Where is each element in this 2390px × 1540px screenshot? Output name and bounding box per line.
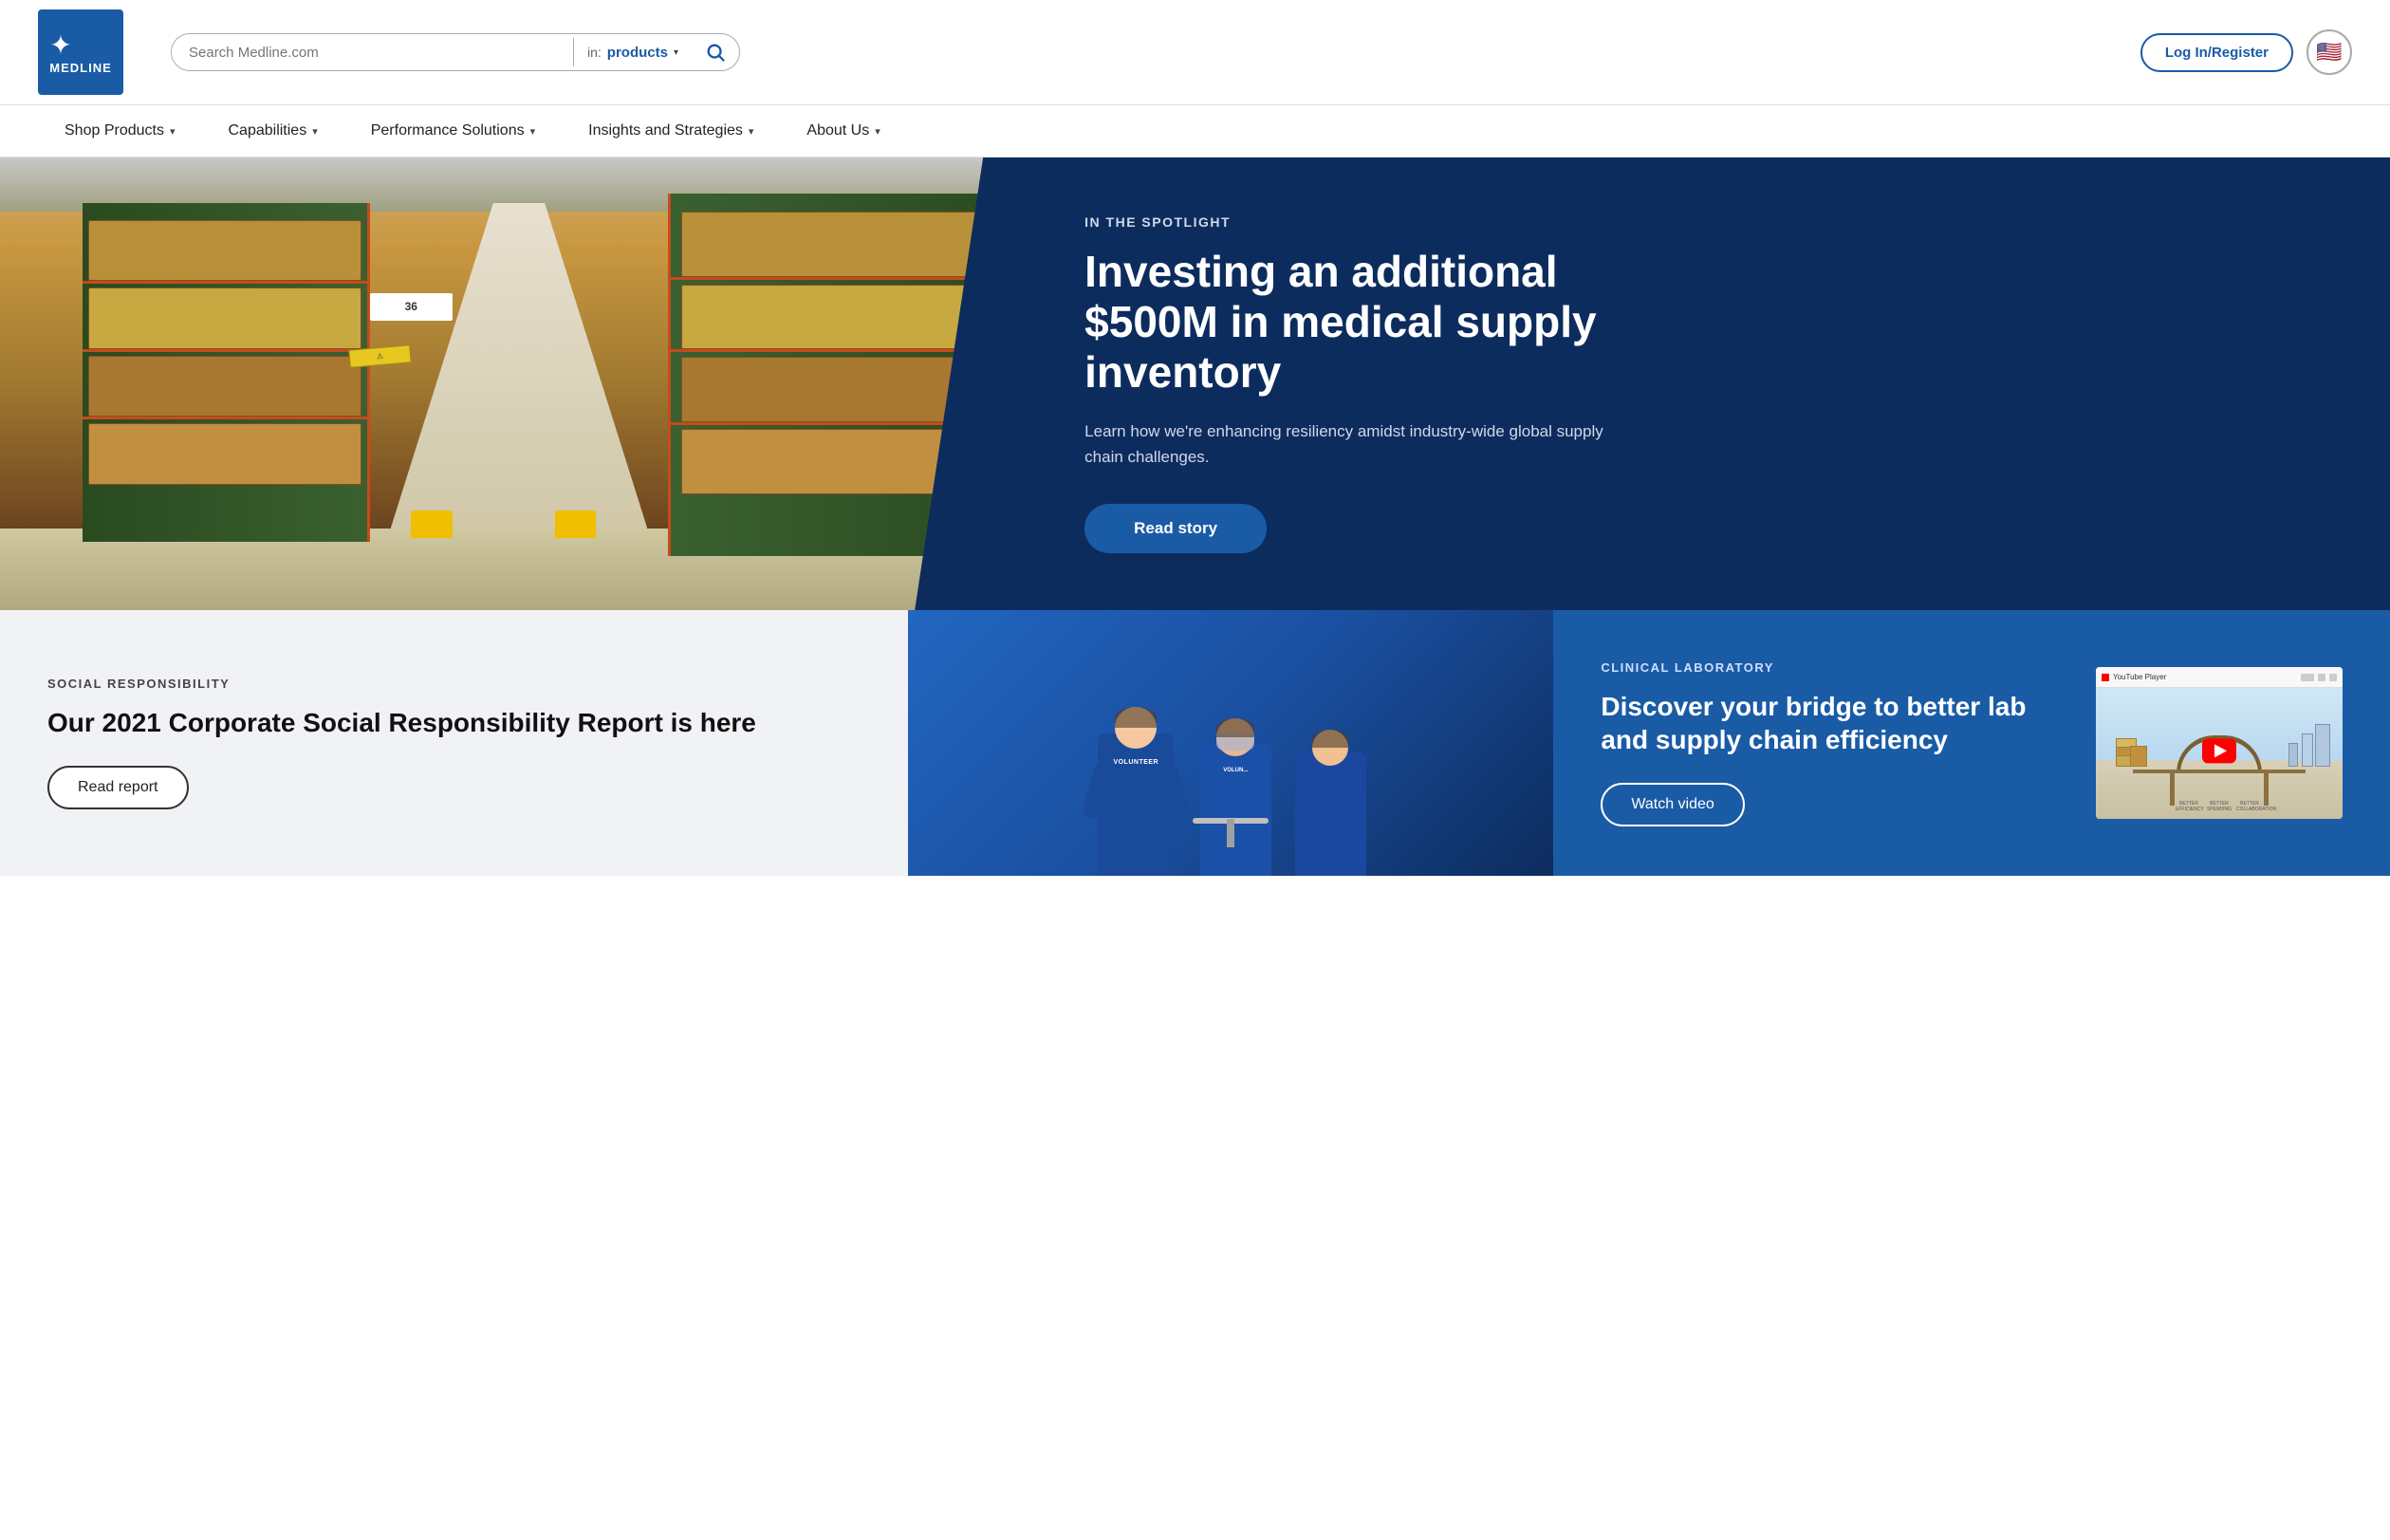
read-report-button[interactable]: Read report — [47, 766, 189, 809]
search-icon — [705, 42, 726, 63]
nav-label-performance-solutions: Performance Solutions — [371, 122, 525, 139]
nav-chevron-icon-2: ▾ — [530, 125, 536, 138]
play-button-icon — [2202, 738, 2236, 763]
youtube-player-label: YouTube Player — [2113, 673, 2166, 681]
logo[interactable]: ✦ MEDLINE — [38, 9, 123, 95]
in-label: in: — [587, 45, 602, 60]
logo-star-icon: ✦ — [49, 29, 112, 61]
chevron-down-icon: ▾ — [674, 47, 678, 58]
nav-chevron-icon-0: ▾ — [170, 125, 176, 138]
clinical-laboratory-card: CLINICAL LABORATORY Discover your bridge… — [1553, 610, 2390, 876]
nav-chevron-icon-1: ▾ — [312, 125, 318, 138]
search-input[interactable] — [172, 35, 573, 70]
video-thumbnail[interactable]: YouTube Player — [2096, 667, 2343, 819]
site-header: ✦ MEDLINE in: products ▾ Log In/Register — [0, 0, 2390, 105]
hero-banner: 36 ⚠ IN THE SPOTLIGHT Investing an addit… — [0, 158, 2390, 610]
main-nav: Shop Products ▾ Capabilities ▾ Performan… — [0, 105, 2390, 158]
read-story-button[interactable]: Read story — [1084, 504, 1267, 553]
volunteer-image-card: VOLUNTEER VOLUN... — [908, 610, 1553, 876]
hero-content: IN THE SPOTLIGHT Investing an additional… — [1028, 158, 2390, 610]
cards-section: SOCIAL RESPONSIBILITY Our 2021 Corporate… — [0, 610, 2390, 876]
clinical-lab-title: Discover your bridge to better lab and s… — [1601, 690, 2067, 756]
nav-chevron-icon-4: ▾ — [875, 125, 880, 138]
hero-warehouse-image: 36 ⚠ — [0, 158, 1028, 610]
nav-label-insights-strategies: Insights and Strategies — [588, 122, 743, 139]
nav-item-shop-products[interactable]: Shop Products ▾ — [38, 105, 201, 157]
nav-item-insights-strategies[interactable]: Insights and Strategies ▾ — [562, 105, 780, 157]
hero-description: Learn how we're enhancing resiliency ami… — [1084, 418, 1616, 470]
search-area: in: products ▾ — [171, 33, 740, 71]
social-responsibility-title: Our 2021 Corporate Social Responsibility… — [47, 706, 861, 739]
clinical-lab-text: CLINICAL LABORATORY Discover your bridge… — [1601, 660, 2067, 826]
us-flag-icon: 🇺🇸 — [2316, 40, 2342, 65]
nav-item-capabilities[interactable]: Capabilities ▾ — [201, 105, 343, 157]
clinical-lab-category: CLINICAL LABORATORY — [1601, 660, 2067, 675]
hero-title: Investing an additional $500M in medical… — [1084, 247, 1673, 398]
search-button[interactable] — [692, 34, 739, 70]
youtube-icon — [2102, 674, 2109, 681]
social-responsibility-category: SOCIAL RESPONSIBILITY — [47, 677, 861, 691]
watch-video-button[interactable]: Watch video — [1601, 783, 1744, 826]
search-category-dropdown[interactable]: in: products ▾ — [574, 45, 692, 61]
nav-label-capabilities: Capabilities — [228, 122, 306, 139]
logo-text: MEDLINE — [49, 61, 112, 76]
nav-chevron-icon-3: ▾ — [749, 125, 754, 138]
spotlight-label: IN THE SPOTLIGHT — [1084, 214, 2324, 230]
nav-item-performance-solutions[interactable]: Performance Solutions ▾ — [344, 105, 562, 157]
search-category-value: products — [607, 45, 668, 61]
country-selector-button[interactable]: 🇺🇸 — [2307, 29, 2352, 75]
nav-label-about-us: About Us — [806, 122, 869, 139]
header-actions: Log In/Register 🇺🇸 — [2140, 29, 2352, 75]
nav-label-shop-products: Shop Products — [65, 122, 164, 139]
social-responsibility-card: SOCIAL RESPONSIBILITY Our 2021 Corporate… — [0, 610, 908, 876]
nav-item-about-us[interactable]: About Us ▾ — [780, 105, 906, 157]
login-register-button[interactable]: Log In/Register — [2140, 33, 2293, 72]
